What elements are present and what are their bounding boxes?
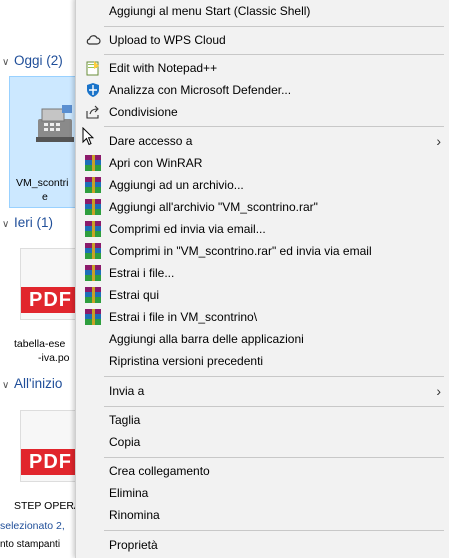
pdf-file-icon[interactable]: PDF [20,410,80,482]
menu-item-notepad-plus-plus[interactable]: Edit with Notepad++ [76,57,446,79]
chevron-down-icon: ∨ [2,57,10,68]
menu-separator [104,457,444,458]
notepad-plus-plus-icon [86,61,99,76]
cash-register-icon [36,105,74,142]
menu-item-winrar-extract-here[interactable]: Estrai qui [76,284,446,306]
mouse-cursor-icon [82,127,94,146]
menu-item-give-access[interactable]: Dare accesso a › [76,130,446,152]
menu-item-upload-wps[interactable]: Upload to WPS Cloud [76,29,446,51]
menu-item-restore-versions[interactable]: Ripristina versioni precedenti [76,350,446,372]
file-name-line2: -iva.po [38,352,70,364]
context-menu: Aggiungi al menu Start (Classic Shell) U… [75,0,449,558]
menu-item-winrar-add-archive[interactable]: Aggiungi ad un archivio... [76,174,446,196]
menu-item-classic-shell-start[interactable]: Aggiungi al menu Start (Classic Shell) [76,0,446,22]
winrar-icon [85,177,101,193]
menu-item-winrar-email-named[interactable]: Comprimi in "VM_scontrino.rar" ed invia … [76,240,446,262]
winrar-icon [85,155,101,171]
menu-item-winrar-open[interactable]: Apri con WinRAR [76,152,446,174]
menu-item-rename[interactable]: Rinomina [76,504,446,526]
menu-item-winrar-extract-folder[interactable]: Estrai i file in VM_scontrino\ [76,306,446,328]
chevron-down-icon: ∨ [2,219,10,230]
file-name-line1: tabella-ese [14,338,66,350]
pdf-badge: PDF [21,449,80,475]
file-name-line1: STEP OPERA [14,500,80,512]
winrar-icon [85,265,101,281]
chevron-down-icon: ∨ [2,380,10,391]
menu-item-copy[interactable]: Copia [76,431,446,453]
file-explorer-pane: ∨ Oggi (2) VM_scontri e ∨ Ieri (1) PDF tab… [0,0,80,550]
file-name-line2: e [42,191,48,203]
winrar-icon [85,243,101,259]
menu-item-properties[interactable]: Proprietà [76,534,446,556]
winrar-icon [85,221,101,237]
menu-item-cut[interactable]: Taglia [76,409,446,431]
winrar-icon [85,199,101,215]
menu-separator [104,54,444,55]
chevron-right-icon: › [436,133,441,149]
menu-item-winrar-email[interactable]: Comprimi ed invia via email... [76,218,446,240]
menu-separator [104,126,444,127]
group-header-earlier[interactable]: ∨ All'inizio [0,374,62,394]
winrar-icon [85,309,101,325]
cloud-icon [86,35,101,45]
group-header-today[interactable]: ∨ Oggi (2) [0,51,63,71]
group-header-yesterday[interactable]: ∨ Ieri (1) [0,213,53,233]
defender-shield-icon [87,83,99,97]
menu-separator [104,406,444,407]
menu-item-create-shortcut[interactable]: Crea collegamento [76,460,446,482]
menu-separator [104,530,444,531]
status-bar-selection: selezionato 2, [0,520,65,532]
menu-item-delete[interactable]: Elimina [76,482,446,504]
menu-item-send-to[interactable]: Invia a › [76,380,446,402]
menu-item-pin-taskbar[interactable]: Aggiungi alla barra delle applicazioni [76,328,446,350]
chevron-right-icon: › [436,383,441,399]
pdf-file-icon[interactable]: PDF [20,248,80,320]
menu-item-winrar-add-named[interactable]: Aggiungi all'archivio "VM_scontrino.rar" [76,196,446,218]
menu-item-share[interactable]: Condivisione [76,101,446,123]
status-bar-text: nto stampanti [0,539,61,550]
menu-separator [104,376,444,377]
file-tile-selected[interactable]: VM_scontri e [9,76,80,208]
menu-item-defender-scan[interactable]: Analizza con Microsoft Defender... [76,79,446,101]
file-name-line1: VM_scontri [16,177,69,189]
share-icon [86,105,99,119]
menu-separator [104,26,444,27]
winrar-icon [85,287,101,303]
menu-item-winrar-extract[interactable]: Estrai i file... [76,262,446,284]
pdf-badge: PDF [21,287,80,313]
